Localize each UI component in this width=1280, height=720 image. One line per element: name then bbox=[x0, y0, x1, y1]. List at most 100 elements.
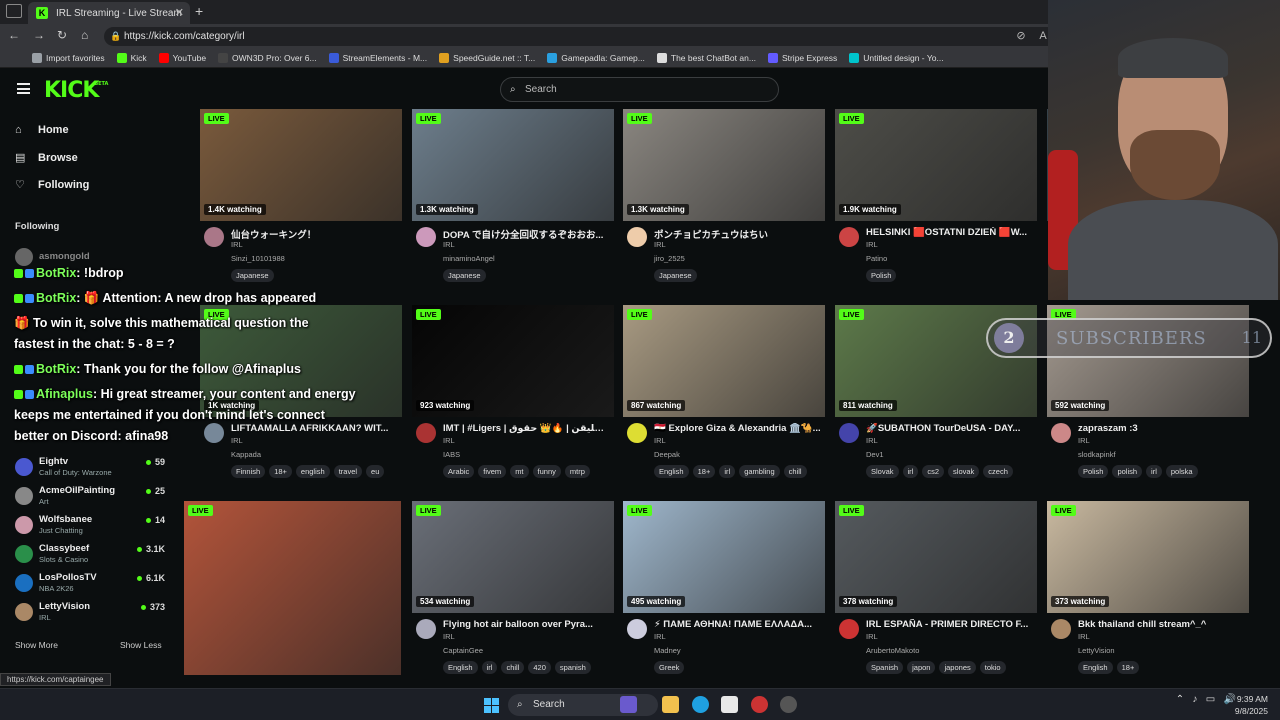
tag-chip[interactable]: czech bbox=[983, 465, 1013, 478]
bookmark-item[interactable]: SpeedGuide.net :: T... bbox=[439, 52, 535, 63]
stream-title[interactable]: Flying hot air balloon over Pyra... bbox=[443, 619, 613, 630]
streamer-avatar[interactable] bbox=[416, 619, 436, 639]
following-channel[interactable]: Eightv Call of Duty: Warzone 59 bbox=[15, 456, 165, 482]
refresh-icon[interactable]: ↻ bbox=[57, 28, 67, 42]
stream-card[interactable]: LIVE 534 watching Flying hot air balloon o… bbox=[412, 501, 614, 686]
tag-chip[interactable]: irl bbox=[481, 661, 498, 674]
stream-category[interactable]: IRL bbox=[443, 240, 455, 249]
tag-chip[interactable]: tokio bbox=[979, 661, 1006, 674]
bookmark-item[interactable]: Stripe Express bbox=[767, 52, 837, 63]
streamer-avatar[interactable] bbox=[839, 423, 859, 443]
show-less-button[interactable]: Show Less bbox=[120, 640, 162, 650]
streamer-name[interactable]: Madney bbox=[654, 646, 681, 655]
following-channel[interactable]: AcmeOilPainting Art 25 bbox=[15, 485, 165, 511]
streamer-avatar[interactable] bbox=[204, 227, 224, 247]
stream-card[interactable]: LIVE 495 watching ⚡ ΠΑΜΕ ΑΘΗΝΑ! ΠΑΜΕ ΕΛΛΑΔ… bbox=[623, 501, 825, 686]
kick-logo[interactable]: KICK BETA bbox=[44, 78, 108, 103]
stream-category[interactable]: IRL bbox=[654, 632, 666, 641]
bookmark-item[interactable]: Untitled design - Yo... bbox=[849, 52, 944, 63]
streamer-avatar[interactable] bbox=[627, 227, 647, 247]
forward-icon[interactable]: → bbox=[33, 28, 45, 42]
tag-chip[interactable]: Japanese bbox=[231, 269, 274, 282]
streamer-avatar[interactable] bbox=[839, 619, 859, 639]
stream-title[interactable]: LIFTAAMALLA AFRIKKAAN? WIT... bbox=[231, 423, 401, 434]
show-more-button[interactable]: Show More bbox=[15, 640, 58, 650]
clock[interactable]: 9:39 AM 9/8/2025 bbox=[1235, 693, 1268, 717]
bookmark-item[interactable]: Kick bbox=[116, 52, 147, 63]
stream-card[interactable]: LIVE 923 watching IMT | #Ligers | اسليقن |… bbox=[412, 305, 614, 490]
tag-chip[interactable]: Polish bbox=[866, 269, 897, 282]
stream-title[interactable]: HELSINKI 🟥OSTATNI DZIEŃ 🟥W... bbox=[866, 227, 1036, 238]
tab-actions-icon[interactable] bbox=[6, 4, 22, 18]
tag-chip[interactable]: Arabic bbox=[443, 465, 475, 478]
tag-chip[interactable]: chill bbox=[783, 465, 807, 478]
streamer-name[interactable]: Dev1 bbox=[866, 450, 884, 459]
tag-chip[interactable]: mt bbox=[510, 465, 529, 478]
stream-category[interactable]: IRL bbox=[1078, 436, 1090, 445]
stream-title[interactable]: 🇪🇬 Explore Giza & Alexandria 🏛️🐪... bbox=[654, 423, 824, 434]
tag-chip[interactable]: Slovak bbox=[866, 465, 899, 478]
following-channel[interactable]: LettyVision IRL 373 bbox=[15, 601, 165, 627]
streamer-avatar[interactable] bbox=[627, 619, 647, 639]
sidebar-nav-browse[interactable]: ▤ Browse bbox=[15, 151, 78, 165]
tag-chip[interactable]: slovak bbox=[948, 465, 980, 478]
tag-chip[interactable]: English bbox=[443, 661, 478, 674]
tag-chip[interactable]: 18+ bbox=[692, 465, 716, 478]
tag-chip[interactable]: Greek bbox=[654, 661, 685, 674]
following-channel[interactable]: LosPollosTV NBA 2K26 6.1K bbox=[15, 572, 165, 598]
tag-chip[interactable]: 18+ bbox=[269, 465, 292, 478]
streamer-avatar[interactable] bbox=[416, 423, 436, 443]
stream-card[interactable]: LIVE bbox=[184, 501, 401, 686]
bookmark-item[interactable]: OWN3D Pro: Over 6... bbox=[218, 52, 317, 63]
app-icon[interactable] bbox=[751, 696, 768, 713]
new-tab-button[interactable]: + bbox=[195, 3, 203, 19]
stream-title[interactable]: 🚀SUBATHON TourDeUSA - DAY... bbox=[866, 423, 1036, 434]
stream-title[interactable]: DOPA で自け分全回収するぞおおお... bbox=[443, 227, 613, 241]
tag-chip[interactable]: japon bbox=[907, 661, 936, 674]
streamer-name[interactable]: CaptainGee bbox=[443, 646, 483, 655]
stream-category[interactable]: IRL bbox=[866, 632, 878, 641]
tag-chip[interactable]: English bbox=[654, 465, 689, 478]
search-input[interactable]: ⌕ Search bbox=[500, 77, 779, 102]
file-explorer-icon[interactable] bbox=[662, 696, 679, 713]
stream-card[interactable]: LIVE 867 watching 🇪🇬 Explore Giza & Alexan… bbox=[623, 305, 825, 490]
streamer-name[interactable]: Sinzi_10101988 bbox=[231, 254, 285, 263]
stream-title[interactable]: ⚡ ΠΑΜΕ ΑΘΗΝΑ! ΠΑΜΕ ΕΛΛΑΔΑ... bbox=[654, 619, 824, 630]
tag-chip[interactable]: 18+ bbox=[1116, 661, 1140, 674]
settings-icon[interactable] bbox=[780, 696, 797, 713]
following-channel[interactable]: Classybeef Slots & Casino 3.1K bbox=[15, 543, 165, 569]
stream-category[interactable]: IRL bbox=[443, 632, 455, 641]
bookmark-item[interactable]: Gamepadla: Gamep... bbox=[547, 52, 645, 63]
stream-title[interactable]: 仙台ウォーキング！ bbox=[231, 227, 401, 241]
stream-category[interactable]: IRL bbox=[231, 436, 243, 445]
streamer-name[interactable]: Patino bbox=[866, 254, 887, 263]
stream-card[interactable]: LIVE 1.3K watching ポンチョピカチュウはちい IRL jiro_252… bbox=[623, 109, 825, 294]
tag-chip[interactable]: mtrp bbox=[564, 465, 590, 478]
tag-chip[interactable]: cs2 bbox=[922, 465, 945, 478]
bookmark-item[interactable]: StreamElements - M... bbox=[328, 52, 427, 63]
back-icon[interactable]: ← bbox=[8, 28, 20, 42]
stream-category[interactable]: IRL bbox=[654, 436, 666, 445]
tag-chip[interactable]: japones bbox=[939, 661, 976, 674]
tag-chip[interactable]: Japanese bbox=[654, 269, 697, 282]
bookmark-item[interactable]: Import favorites bbox=[32, 52, 105, 63]
tag-chip[interactable]: irl bbox=[719, 465, 736, 478]
streamer-name[interactable]: Deepak bbox=[654, 450, 680, 459]
stream-card[interactable]: LIVE 1.4K watching 仙台ウォーキング！ IRL Sinzi_10101… bbox=[200, 109, 402, 294]
tag-chip[interactable]: irl bbox=[1146, 465, 1162, 478]
tag-chip[interactable]: Finnish bbox=[231, 465, 266, 478]
tag-chip[interactable]: english bbox=[295, 465, 330, 478]
tag-chip[interactable]: funny bbox=[532, 465, 561, 478]
stream-category[interactable]: IRL bbox=[654, 240, 666, 249]
stream-title[interactable]: IRL ESPAÑA - PRIMER DIRECTO F... bbox=[866, 619, 1036, 630]
tag-chip[interactable]: polish bbox=[1112, 465, 1143, 478]
stream-card[interactable]: LIVE 1.9K watching HELSINKI 🟥OSTATNI DZIEŃ… bbox=[835, 109, 1037, 294]
windows-start-icon[interactable] bbox=[484, 698, 499, 713]
stream-title[interactable]: ポンチョピカチュウはちい bbox=[654, 227, 824, 241]
stream-title[interactable]: Bkk thailand chill stream^_^ bbox=[1078, 619, 1248, 630]
streamer-avatar[interactable] bbox=[627, 423, 647, 443]
tag-chip[interactable]: travel bbox=[333, 465, 363, 478]
tag-chip[interactable]: fivem bbox=[478, 465, 507, 478]
streamer-name[interactable]: ArubertoMakoto bbox=[866, 646, 919, 655]
tag-chip[interactable]: eu bbox=[366, 465, 385, 478]
